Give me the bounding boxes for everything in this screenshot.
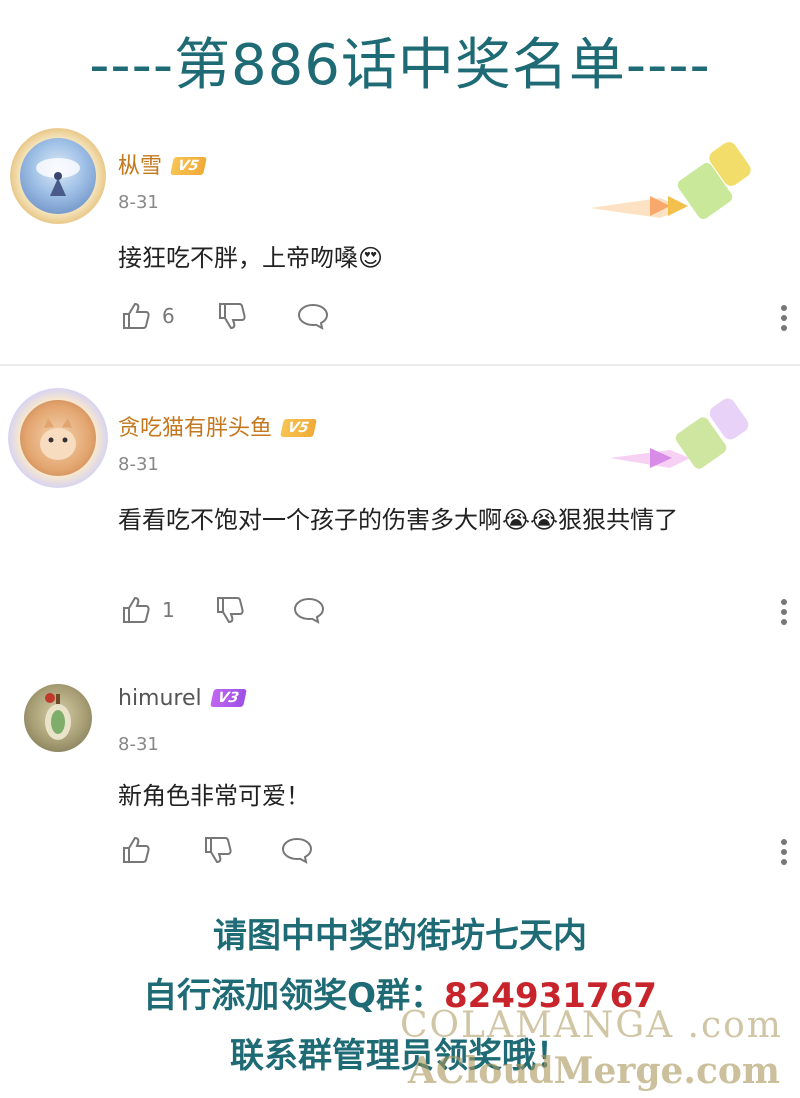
like-button[interactable] — [120, 834, 162, 866]
more-icon — [781, 839, 787, 865]
comment-date: 8-31 — [118, 734, 159, 755]
thumbs-up-icon — [123, 596, 150, 623]
comment-actions: 1 — [118, 594, 788, 634]
username[interactable]: 枞雪 V5 — [118, 148, 207, 180]
divider — [0, 364, 800, 366]
comment-actions: 6 — [118, 300, 788, 340]
username-text[interactable]: himurel — [118, 686, 202, 711]
paintbrush-decoration-icon — [610, 398, 749, 469]
reply-icon — [297, 303, 329, 330]
notice-line-1: 请图中中奖的街坊七天内 — [213, 916, 587, 956]
username[interactable]: himurel V3 — [118, 686, 247, 711]
more-button[interactable] — [780, 304, 788, 336]
reply-button[interactable] — [296, 300, 330, 332]
username-text[interactable]: 枞雪 — [118, 154, 162, 179]
vip-badge: V3 — [209, 689, 247, 707]
comment-date: 8-31 — [118, 454, 159, 475]
comment-text: 新角色非常可爱！ — [118, 782, 310, 810]
thumbs-down-icon — [219, 303, 246, 330]
thumbs-down-icon — [205, 837, 232, 864]
watermark: COLAMANGA .com — [400, 1005, 783, 1046]
vip-badge: V5 — [170, 157, 207, 175]
notice-line-2-text: 自行添加领奖Q群： — [143, 976, 444, 1016]
comment-text: 看看吃不饱对一个孩子的伤害多大啊😭😭狠狠共情了 — [118, 506, 679, 534]
more-button[interactable] — [780, 838, 788, 870]
like-count: 6 — [162, 304, 175, 328]
username[interactable]: 贪吃猫有胖头鱼 V5 — [118, 410, 317, 442]
comment-actions — [118, 834, 788, 874]
thumbs-up-icon — [123, 302, 150, 329]
dislike-button[interactable] — [202, 834, 234, 866]
watermark: ACloudMerge.com — [408, 1050, 780, 1092]
more-icon — [781, 599, 787, 625]
more-icon — [781, 305, 787, 331]
thumbs-up-icon — [123, 836, 150, 863]
like-button[interactable]: 1 — [120, 594, 175, 626]
dislike-button[interactable] — [214, 594, 246, 626]
like-count: 1 — [162, 598, 175, 622]
paintbrush-decoration-icon — [590, 142, 751, 219]
dislike-button[interactable] — [216, 300, 248, 332]
avatar[interactable] — [24, 684, 92, 752]
page-title: ----第886话中奖名单---- — [89, 33, 711, 98]
comment-date: 8-31 — [118, 192, 159, 213]
reply-button[interactable] — [280, 834, 314, 866]
avatar[interactable] — [20, 400, 96, 476]
reply-button[interactable] — [292, 594, 326, 626]
avatar[interactable] — [20, 138, 96, 214]
username-text[interactable]: 贪吃猫有胖头鱼 — [118, 416, 272, 441]
vip-badge: V5 — [280, 419, 317, 437]
reply-icon — [281, 837, 313, 864]
comment-text: 接狂吃不胖，上帝吻嗓😍 — [118, 244, 384, 272]
thumbs-down-icon — [217, 597, 244, 624]
like-button[interactable]: 6 — [120, 300, 175, 332]
more-button[interactable] — [780, 598, 788, 630]
reply-icon — [293, 597, 325, 624]
